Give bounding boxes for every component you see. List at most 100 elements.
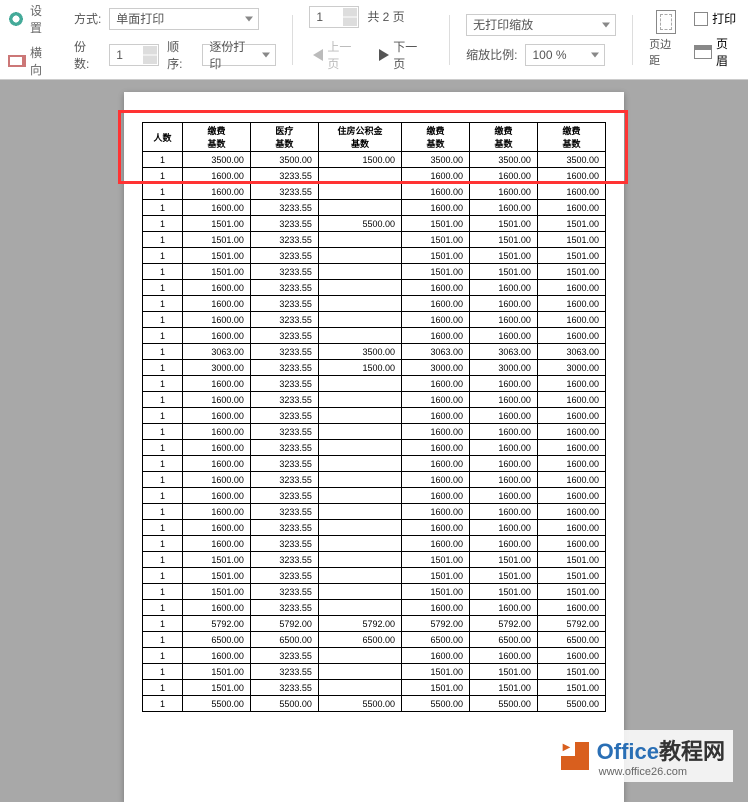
table-cell — [318, 600, 401, 616]
table-cell: 1501.00 — [182, 552, 250, 568]
table-cell — [318, 296, 401, 312]
table-cell: 3233.55 — [250, 456, 318, 472]
table-cell: 1600.00 — [182, 600, 250, 616]
table-cell — [318, 264, 401, 280]
table-row: 11600.003233.551600.001600.001600.00 — [143, 648, 606, 664]
table-cell: 1600.00 — [469, 184, 537, 200]
table-cell: 1600.00 — [537, 296, 605, 312]
table-row: 11600.003233.551600.001600.001600.00 — [143, 456, 606, 472]
watermark: Office教程网 www.office26.com — [553, 730, 733, 782]
table-cell: 1500.00 — [318, 360, 401, 376]
table-cell: 3233.55 — [250, 168, 318, 184]
table-cell: 1600.00 — [469, 488, 537, 504]
table-row: 11600.003233.551600.001600.001600.00 — [143, 424, 606, 440]
table-cell: 1501.00 — [537, 680, 605, 696]
table-header-cell: 住房公积金基数 — [318, 123, 401, 152]
table-row: 16500.006500.006500.006500.006500.006500… — [143, 632, 606, 648]
table-cell — [318, 168, 401, 184]
landscape-button[interactable]: 横向 — [8, 44, 54, 78]
table-row: 11501.003233.551501.001501.001501.00 — [143, 552, 606, 568]
table-cell: 1600.00 — [402, 184, 470, 200]
table-cell: 5500.00 — [182, 696, 250, 712]
print-page: 人数缴费基数医疗基数住房公积金基数缴费基数缴费基数缴费基数 13500.0035… — [124, 92, 624, 802]
table-cell — [318, 504, 401, 520]
settings-button[interactable]: 设置 — [8, 2, 54, 36]
table-cell — [318, 552, 401, 568]
table-cell: 3500.00 — [537, 152, 605, 168]
table-cell: 3233.55 — [250, 424, 318, 440]
preview-area: 人数缴费基数医疗基数住房公积金基数缴费基数缴费基数缴费基数 13500.0035… — [0, 80, 748, 802]
table-row: 11600.003233.551600.001600.001600.00 — [143, 184, 606, 200]
copies-spinner[interactable]: 1 — [109, 44, 159, 66]
table-row: 15792.005792.005792.005792.005792.005792… — [143, 616, 606, 632]
table-cell: 1501.00 — [402, 552, 470, 568]
table-cell: 3233.55 — [250, 264, 318, 280]
table-cell: 1600.00 — [402, 408, 470, 424]
table-cell: 3233.55 — [250, 360, 318, 376]
scale-value-select[interactable]: 100 % — [525, 44, 605, 66]
table-cell: 3233.55 — [250, 408, 318, 424]
table-cell: 5792.00 — [537, 616, 605, 632]
table-cell: 6500.00 — [469, 632, 537, 648]
table-cell: 1501.00 — [402, 264, 470, 280]
table-cell: 1 — [143, 440, 183, 456]
order-label: 顺序: — [167, 38, 194, 72]
page-spinner[interactable]: 1 — [309, 6, 359, 28]
table-cell: 1600.00 — [469, 456, 537, 472]
table-cell: 1600.00 — [182, 488, 250, 504]
table-cell: 1 — [143, 328, 183, 344]
table-cell: 3233.55 — [250, 392, 318, 408]
gear-icon — [8, 11, 24, 27]
table-cell: 1 — [143, 584, 183, 600]
table-cell: 3233.55 — [250, 680, 318, 696]
table-cell: 3233.55 — [250, 248, 318, 264]
table-cell: 1501.00 — [402, 680, 470, 696]
table-cell: 1600.00 — [182, 424, 250, 440]
scale-mode-select[interactable]: 无打印缩放 — [466, 14, 616, 36]
divider — [632, 15, 633, 65]
table-cell: 1600.00 — [402, 504, 470, 520]
margins-button[interactable]: 页边距 — [649, 10, 682, 68]
table-cell: 3233.55 — [250, 472, 318, 488]
table-cell: 1501.00 — [537, 248, 605, 264]
table-cell: 3233.55 — [250, 344, 318, 360]
table-cell — [318, 472, 401, 488]
table-header-cell: 缴费基数 — [537, 123, 605, 152]
scale-label: 缩放比例: — [466, 46, 517, 63]
table-cell: 1 — [143, 552, 183, 568]
table-cell — [318, 424, 401, 440]
table-cell: 1 — [143, 696, 183, 712]
table-cell: 1600.00 — [537, 280, 605, 296]
table-cell: 1600.00 — [182, 328, 250, 344]
table-row: 11501.003233.551501.001501.001501.00 — [143, 584, 606, 600]
table-cell: 3233.55 — [250, 568, 318, 584]
mode-select[interactable]: 单面打印 — [109, 8, 259, 30]
table-cell: 3233.55 — [250, 312, 318, 328]
table-cell: 3233.55 — [250, 488, 318, 504]
table-cell: 1501.00 — [182, 664, 250, 680]
table-row: 11501.003233.551501.001501.001501.00 — [143, 680, 606, 696]
table-row: 15500.005500.005500.005500.005500.005500… — [143, 696, 606, 712]
table-cell: 3233.55 — [250, 280, 318, 296]
table-cell: 1600.00 — [182, 184, 250, 200]
table-cell: 1 — [143, 248, 183, 264]
table-cell: 3063.00 — [469, 344, 537, 360]
order-select[interactable]: 逐份打印 — [202, 44, 276, 66]
margins-icon — [656, 10, 676, 34]
table-cell: 1600.00 — [182, 312, 250, 328]
table-cell: 3233.55 — [250, 600, 318, 616]
next-page-button[interactable]: 下一页 — [375, 36, 433, 74]
table-cell: 1600.00 — [402, 168, 470, 184]
table-cell: 1600.00 — [402, 536, 470, 552]
table-cell — [318, 232, 401, 248]
table-cell: 1600.00 — [402, 376, 470, 392]
header-footer-button[interactable]: 页眉 — [694, 35, 740, 69]
table-cell: 5500.00 — [318, 216, 401, 232]
table-cell: 1600.00 — [537, 520, 605, 536]
table-cell — [318, 536, 401, 552]
table-cell — [318, 248, 401, 264]
prev-page-button[interactable]: 上一页 — [309, 36, 367, 74]
print-checkbox-row[interactable]: 打印 — [694, 10, 740, 27]
table-cell: 6500.00 — [402, 632, 470, 648]
table-cell: 1 — [143, 280, 183, 296]
